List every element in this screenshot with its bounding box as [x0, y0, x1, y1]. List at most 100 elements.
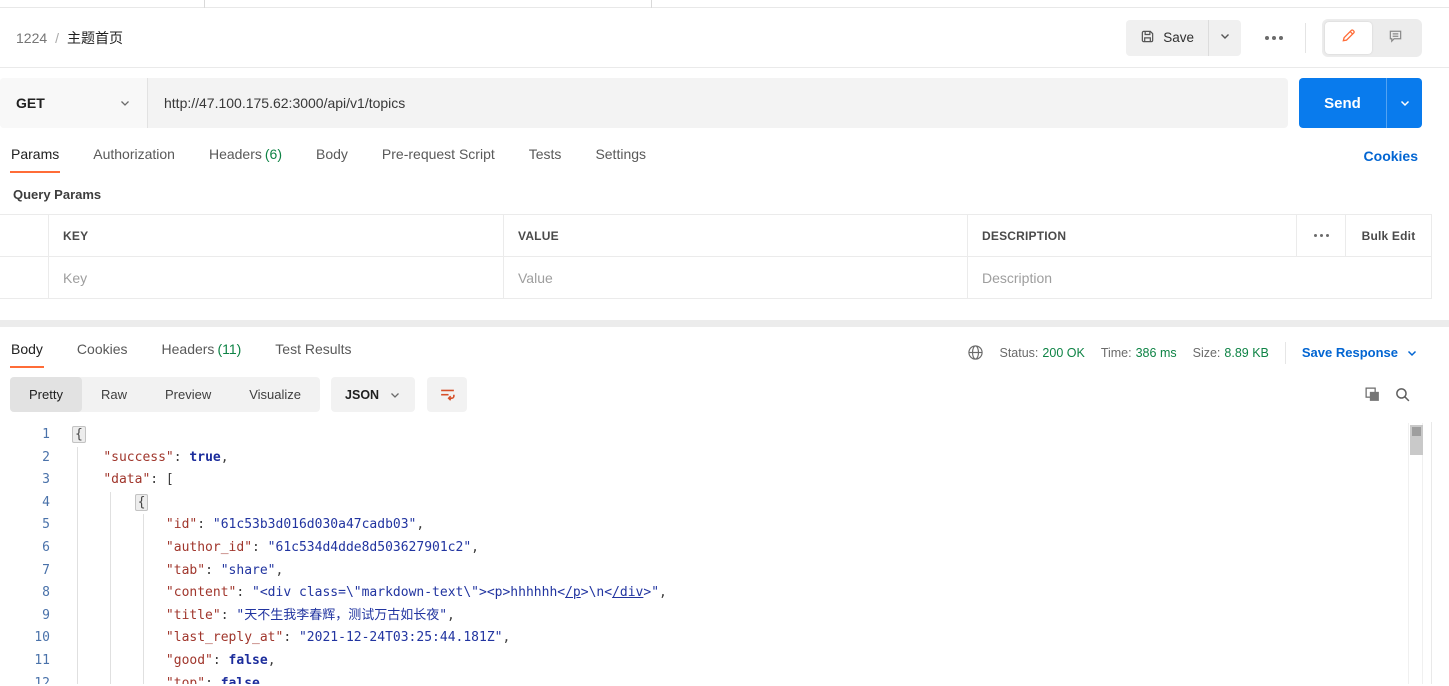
query-params-title: Query Params [13, 187, 102, 202]
code-line: 12 "top": false, [0, 673, 1449, 684]
line-number: 11 [34, 652, 50, 668]
pane-divider [0, 320, 1449, 327]
line-content: "id": "61c53b3d016d030a47cadb03", [165, 517, 425, 533]
meta-divider [1284, 341, 1286, 364]
column-header-key: KEY [48, 215, 503, 256]
request-bar: GET Send [0, 78, 1422, 128]
search-response-button[interactable] [1394, 386, 1411, 403]
header-divider [1305, 22, 1306, 53]
comments-button[interactable] [1372, 22, 1419, 54]
breadcrumb: 1224 / 主题首页 [16, 28, 123, 48]
format-select[interactable]: JSON [331, 377, 416, 412]
tab-body[interactable]: Body [315, 142, 349, 173]
tab-headers[interactable]: Headers (6) [208, 142, 283, 173]
value-input[interactable] [518, 269, 945, 286]
save-button[interactable]: Save [1126, 20, 1208, 56]
floppy-save-icon [1140, 29, 1155, 47]
breadcrumb-request-title[interactable]: 主题首页 [67, 28, 123, 48]
send-button-group: Send [1299, 78, 1422, 128]
key-input[interactable] [63, 269, 481, 286]
code-line: 3 "data": [ [0, 469, 1449, 492]
more-actions-icon[interactable] [1259, 30, 1289, 46]
code-line: 4 { [0, 492, 1449, 515]
pencil-icon [1341, 28, 1356, 48]
code-line: 11 "good": false, [0, 650, 1449, 673]
line-content: "data": [ [103, 472, 174, 488]
breadcrumb-collection[interactable]: 1224 [16, 30, 47, 46]
edit-mode-button[interactable] [1325, 21, 1372, 54]
size-badge: Size: 8.89 KB [1192, 345, 1269, 360]
table-row [0, 257, 1432, 299]
send-button[interactable]: Send [1299, 78, 1386, 128]
comment-bubble-icon [1388, 28, 1403, 48]
tab-separator [204, 0, 205, 8]
description-input[interactable] [982, 269, 1409, 286]
response-tab-test-results[interactable]: Test Results [274, 337, 352, 368]
code-line: 9 "title": "天不生我李春辉，测试万古如长夜", [0, 605, 1449, 628]
response-tab-body[interactable]: Body [10, 337, 44, 368]
time-badge: Time: 386 ms [1100, 345, 1177, 360]
line-number: 1 [42, 427, 50, 442]
globe-network-icon[interactable] [967, 344, 984, 361]
code-line: 6 "author_id": "61c534d4dde8d503627901c2… [0, 537, 1449, 560]
save-button-group: Save [1126, 19, 1241, 56]
line-content: "tab": "share", [165, 562, 284, 578]
response-view-bar: Pretty Raw Preview Visualize JSON [0, 377, 1449, 412]
edit-comment-toggle [1322, 18, 1422, 57]
code-lines: 1{2 "success": true, 3 "data": [4 {5 "id"… [0, 424, 1449, 684]
tab-authorization[interactable]: Authorization [92, 142, 176, 173]
url-input[interactable] [148, 78, 1288, 128]
line-number: 9 [42, 607, 50, 623]
row-select-cell[interactable] [0, 257, 48, 298]
save-options-button[interactable] [1208, 19, 1241, 56]
view-pretty-button[interactable]: Pretty [10, 377, 82, 412]
line-content: "author_id": "61c534d4dde8d503627901c2", [165, 539, 479, 555]
params-more-options-icon[interactable] [1296, 215, 1345, 256]
tab-pre-request-script[interactable]: Pre-request Script [381, 142, 496, 173]
request-tabs: Params Authorization Headers (6) Body Pre… [0, 128, 1449, 173]
search-icon [1396, 388, 1410, 402]
line-content: "top": false, [165, 675, 268, 684]
response-tab-headers[interactable]: Headers (11) [161, 337, 243, 368]
line-wrap-button[interactable] [427, 377, 468, 412]
method-value: GET [16, 95, 45, 111]
table-header-row: KEY VALUE DESCRIPTION Bulk Edit [0, 215, 1432, 257]
line-number: 8 [42, 585, 50, 601]
chevron-down-icon [1400, 100, 1409, 107]
line-content: "content": "<div class=\"markdown-text\"… [165, 585, 667, 601]
code-line: 5 "id": "61c53b3d016d030a47cadb03", [0, 514, 1449, 537]
line-number: 3 [42, 472, 50, 488]
view-preview-button[interactable]: Preview [146, 377, 230, 412]
save-response-button[interactable]: Save Response [1302, 345, 1418, 360]
tab-separator [651, 0, 652, 8]
view-raw-button[interactable]: Raw [82, 377, 146, 412]
line-wrap-icon [440, 389, 455, 401]
tab-tests[interactable]: Tests [528, 142, 563, 173]
save-button-label: Save [1163, 30, 1194, 45]
code-line: 2 "success": true, [0, 447, 1449, 470]
status-badge: Status: 200 OK [999, 345, 1085, 360]
copy-icon [1365, 387, 1379, 401]
view-visualize-button[interactable]: Visualize [230, 377, 320, 412]
line-number: 4 [42, 494, 50, 510]
line-number: 12 [34, 675, 50, 684]
tab-params[interactable]: Params [10, 142, 61, 173]
view-mode-group: Pretty Raw Preview Visualize [10, 377, 321, 412]
chevron-down-icon [391, 392, 400, 398]
method-select[interactable]: GET [0, 78, 148, 128]
copy-response-button[interactable] [1364, 386, 1381, 403]
line-content: "last_reply_at": "2021-12-24T03:25:44.18… [165, 630, 511, 646]
line-content: { [72, 424, 86, 447]
tab-settings[interactable]: Settings [594, 142, 647, 173]
cookies-link[interactable]: Cookies [1364, 148, 1418, 173]
line-number: 5 [42, 517, 50, 533]
response-tab-cookies[interactable]: Cookies [76, 337, 129, 368]
row-select-column [0, 215, 48, 256]
code-line: 8 "content": "<div class=\"markdown-text… [0, 582, 1449, 605]
send-options-button[interactable] [1386, 78, 1422, 128]
response-body-editor: 1{2 "success": true, 3 "data": [4 {5 "id"… [0, 422, 1449, 684]
bulk-edit-button[interactable]: Bulk Edit [1345, 215, 1432, 256]
request-header: 1224 / 主题首页 Save [0, 8, 1449, 68]
response-tabs: Body Cookies Headers (11) Test Results St… [0, 327, 1449, 368]
chevron-down-icon [1219, 29, 1231, 47]
